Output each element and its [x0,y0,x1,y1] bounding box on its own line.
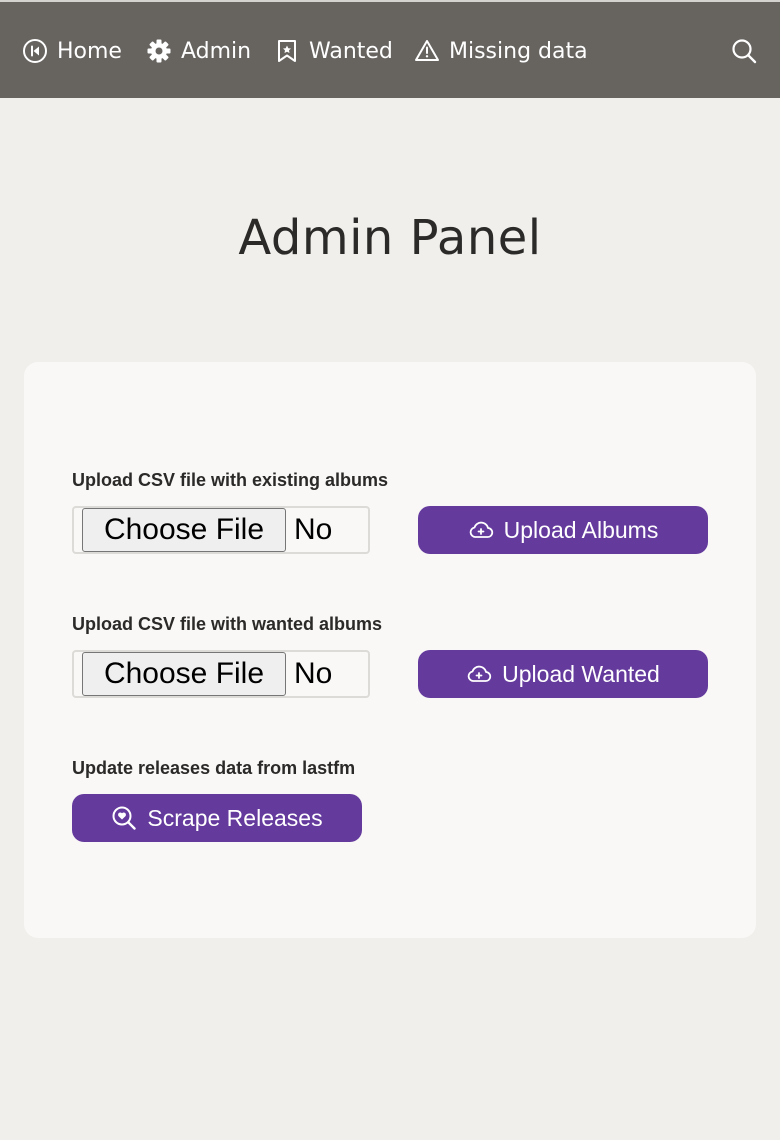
nav-wanted[interactable]: Wanted [274,36,393,66]
wanted-albums-label: Upload CSV file with wanted albums [72,614,383,634]
home-icon [22,38,48,64]
bookmark-icon [274,38,300,64]
upload-albums-button[interactable]: Upload Albums [418,506,708,554]
existing-albums-file-input[interactable]: Choose File No [72,506,370,554]
nav-missing-data-label: Missing data [449,38,588,64]
nav-home-label: Home [57,38,122,64]
nav-admin[interactable]: Admin [146,36,251,66]
choose-file-button[interactable]: Choose File [82,508,286,552]
page-title: Admin Panel [238,210,542,266]
gear-icon [146,38,172,64]
existing-albums-label: Upload CSV file with existing albums [72,470,389,490]
upload-wanted-button[interactable]: Upload Wanted [418,650,708,698]
file-status: No [294,513,333,546]
scrape-releases-button[interactable]: Scrape Releases [72,794,362,842]
nav-missing-data[interactable]: Missing data [414,36,588,66]
scrape-releases-label: Update releases data from lastfm [72,758,356,778]
search-heart-icon [111,805,137,831]
top-navbar: Home Admin Wanted Missing data [0,0,780,98]
cloud-upload-icon [466,661,492,687]
scrape-releases-button-label: Scrape Releases [147,804,323,831]
nav-admin-label: Admin [181,38,252,64]
admin-card: Upload CSV file with existing albums Cho… [24,362,756,938]
nav-home[interactable]: Home [22,36,122,66]
warning-icon [414,38,440,64]
cloud-upload-icon [468,517,494,543]
choose-file-button[interactable]: Choose File [82,652,286,696]
file-status: No [294,657,333,690]
upload-wanted-label: Upload Wanted [502,660,660,687]
search-icon[interactable] [730,37,758,65]
nav-wanted-label: Wanted [309,38,393,64]
upload-albums-label: Upload Albums [503,516,659,543]
wanted-albums-file-input[interactable]: Choose File No [72,650,370,698]
